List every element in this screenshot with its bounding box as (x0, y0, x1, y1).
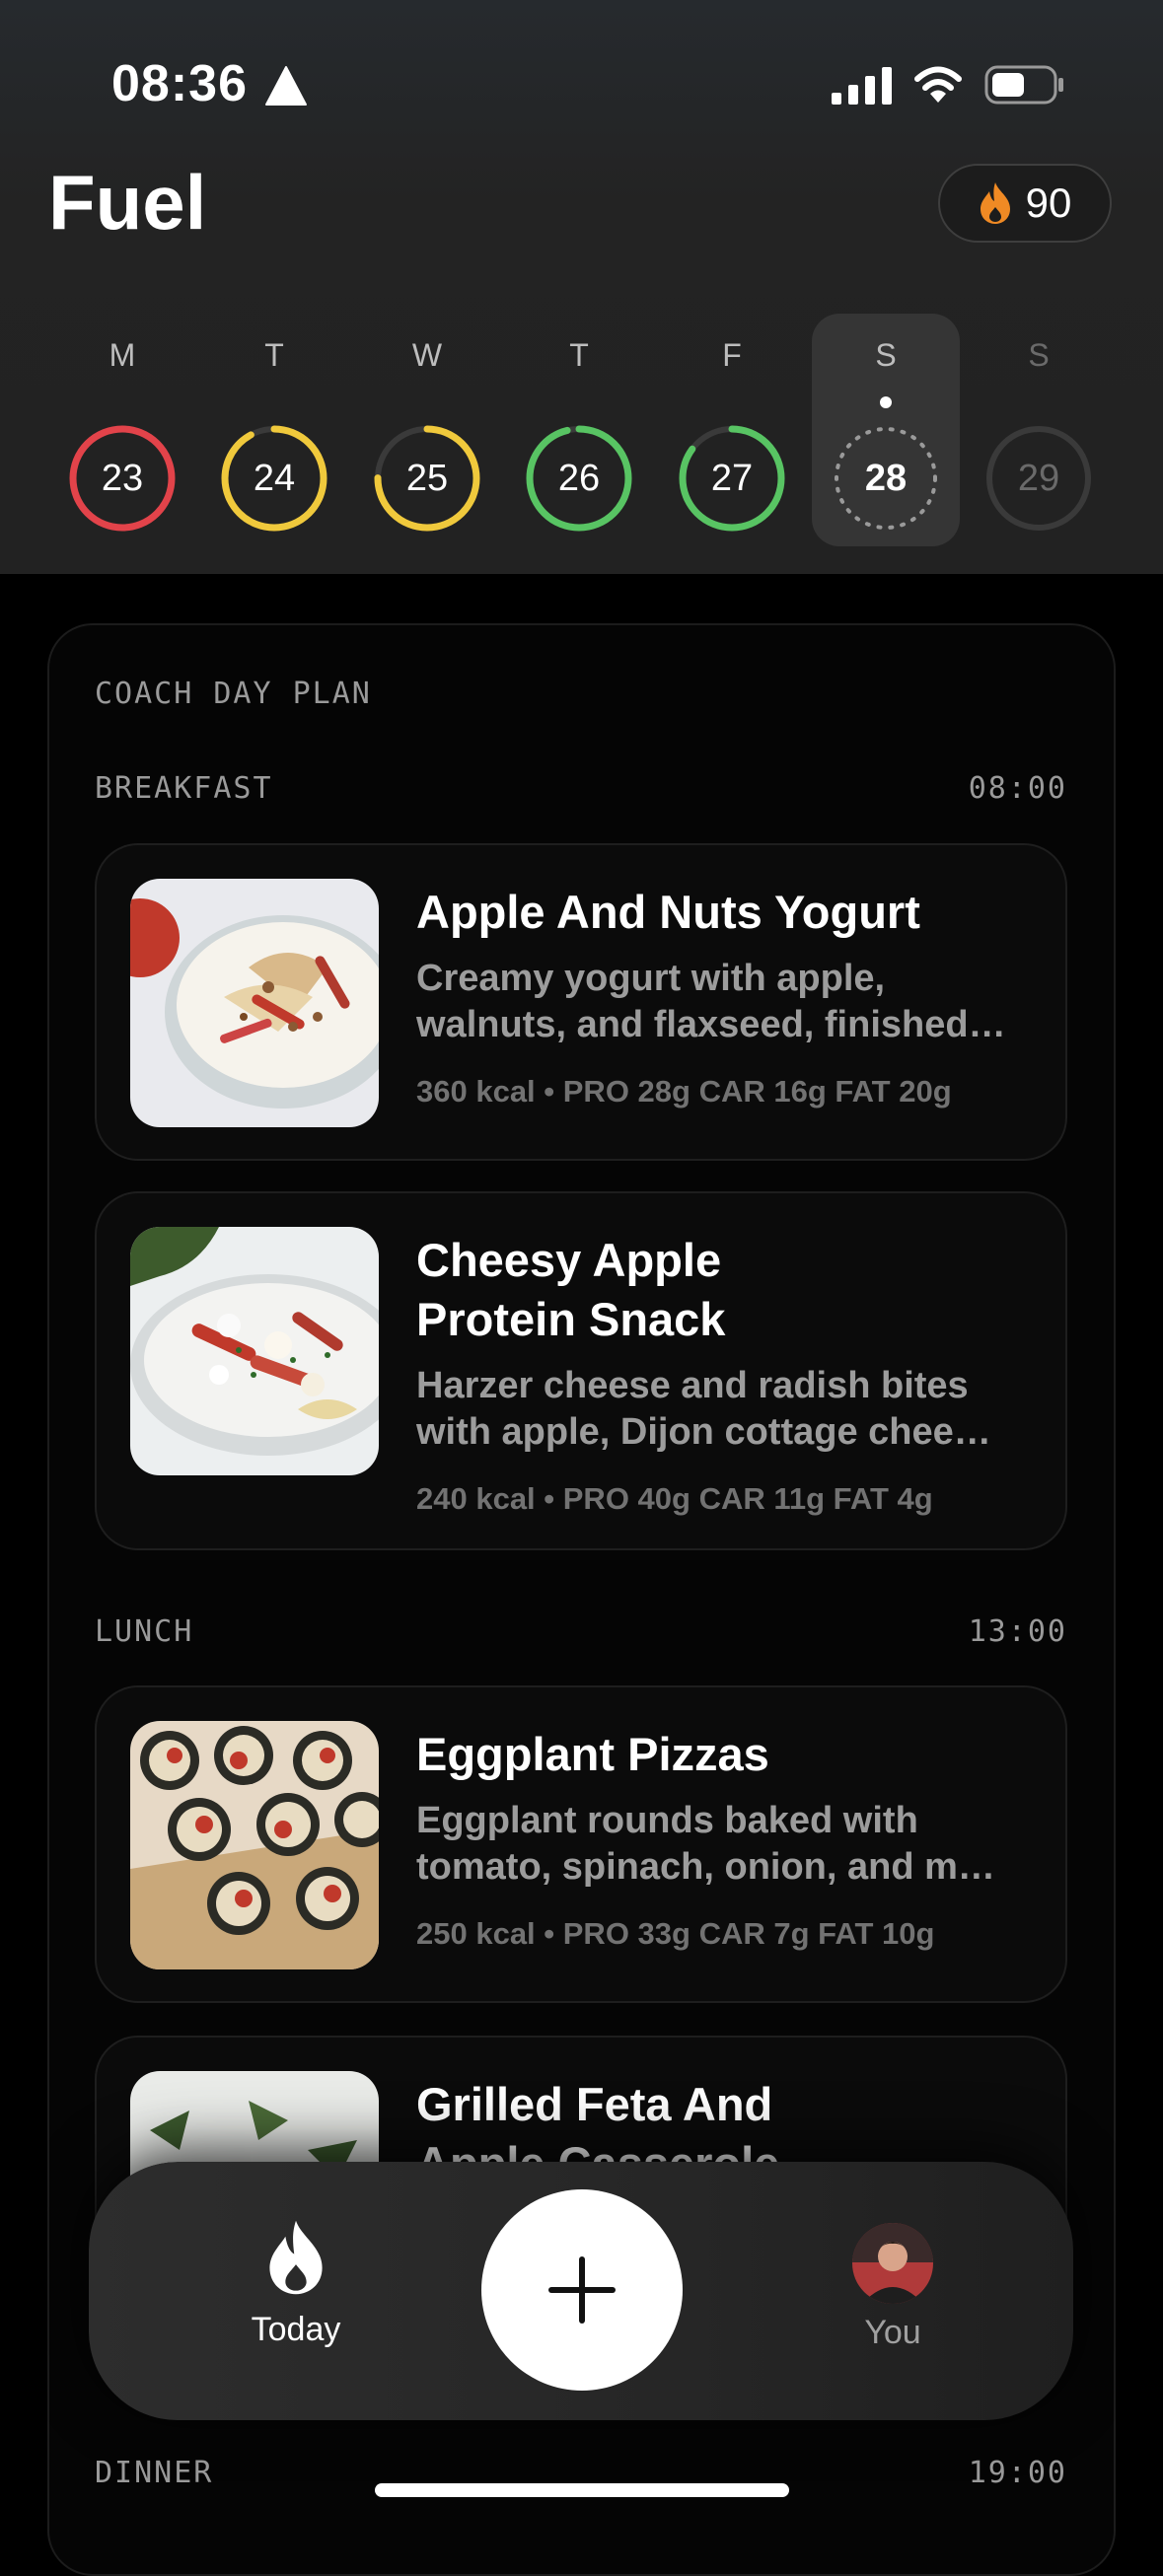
week-day-selector: M 23 T 24 W 25 T 26 F 27 S 28 S 29 (0, 314, 1163, 546)
meal-image (130, 1227, 379, 1475)
tab-you[interactable]: You (819, 2223, 967, 2352)
flame-icon (980, 182, 1010, 224)
section-time: 08:00 (968, 771, 1067, 806)
day-number: 25 (405, 458, 449, 499)
tab-today-label: Today (251, 2311, 341, 2348)
add-button[interactable] (481, 2189, 683, 2391)
day-number: 28 (864, 458, 908, 499)
day-number: 29 (1017, 458, 1060, 499)
wifi-icon (914, 66, 962, 103)
section-time: 19:00 (968, 2456, 1067, 2490)
plan-heading: COACH DAY PLAN (95, 677, 372, 711)
day-26[interactable]: T 26 (505, 314, 653, 546)
meal-card-eggplant-pizzas[interactable]: Eggplant Pizzas Eggplant rounds baked wi… (95, 1685, 1067, 2003)
day-label: M (109, 337, 136, 373)
day-number: 26 (557, 458, 601, 499)
tab-today[interactable]: Today (207, 2219, 385, 2349)
location-arrow-icon (265, 66, 307, 106)
meal-image (130, 1721, 379, 1969)
day-label: T (264, 337, 284, 373)
meal-description: Eggplant rounds baked with tomato, spina… (416, 1800, 995, 1888)
day-number: 27 (710, 458, 754, 499)
meal-title: Eggplant Pizzas (416, 1728, 769, 1780)
day-24[interactable]: T 24 (200, 314, 348, 546)
day-label: W (411, 337, 443, 373)
meal-card-cheesy-apple-protein-snack[interactable]: Cheesy Apple Protein Snack Harzer cheese… (95, 1191, 1067, 1550)
meal-description: Harzer cheese and radish bites with appl… (416, 1365, 991, 1453)
battery-icon (984, 65, 1063, 105)
day-25[interactable]: W 25 (353, 314, 501, 546)
day-27[interactable]: F 27 (658, 314, 806, 546)
day-28[interactable]: S 28 (812, 314, 960, 546)
meal-image (130, 879, 379, 1127)
page-title: Fuel (48, 159, 207, 246)
day-label: T (569, 337, 589, 373)
tab-you-label: You (864, 2314, 921, 2351)
day-label: S (1028, 337, 1050, 373)
meal-macros: 250 kcal • PRO 33g CAR 7g FAT 10g (416, 1916, 935, 1951)
meal-title: Cheesy Apple Protein Snack (416, 1234, 726, 1345)
day-29[interactable]: S 29 (965, 314, 1113, 546)
meal-description: Creamy yogurt with apple, walnuts, and f… (416, 958, 1006, 1045)
status-time: 08:36 (111, 55, 248, 112)
meal-macros: 360 kcal • PRO 28g CAR 16g FAT 20g (416, 1074, 952, 1109)
lunch-section-header: LUNCH 13:00 (95, 1614, 1067, 1649)
day-number: 24 (253, 458, 296, 499)
plus-icon (548, 2256, 616, 2324)
section-label: LUNCH (95, 1614, 194, 1649)
meal-macros: 240 kcal • PRO 40g CAR 11g FAT 4g (416, 1481, 933, 1516)
day-label: F (722, 337, 742, 373)
home-indicator[interactable] (375, 2483, 789, 2497)
streak-count: 90 (1025, 179, 1072, 226)
day-label: S (875, 337, 897, 373)
avatar (852, 2223, 933, 2304)
streak-badge[interactable]: 90 (938, 164, 1112, 243)
meal-card-apple-nuts-yogurt[interactable]: Apple And Nuts Yogurt Creamy yogurt with… (95, 843, 1067, 1161)
section-time: 13:00 (968, 1614, 1067, 1649)
flame-icon (269, 2220, 323, 2295)
cellular-signal-icon (832, 67, 892, 105)
section-label: BREAKFAST (95, 771, 273, 806)
day-number: 23 (101, 458, 144, 499)
today-dot (880, 396, 892, 408)
section-label: DINNER (95, 2456, 214, 2490)
breakfast-section-header: BREAKFAST 08:00 (95, 771, 1067, 806)
meal-title: Apple And Nuts Yogurt (416, 886, 920, 938)
day-23[interactable]: M 23 (48, 314, 196, 546)
tab-bar: Today You (89, 2162, 1073, 2420)
